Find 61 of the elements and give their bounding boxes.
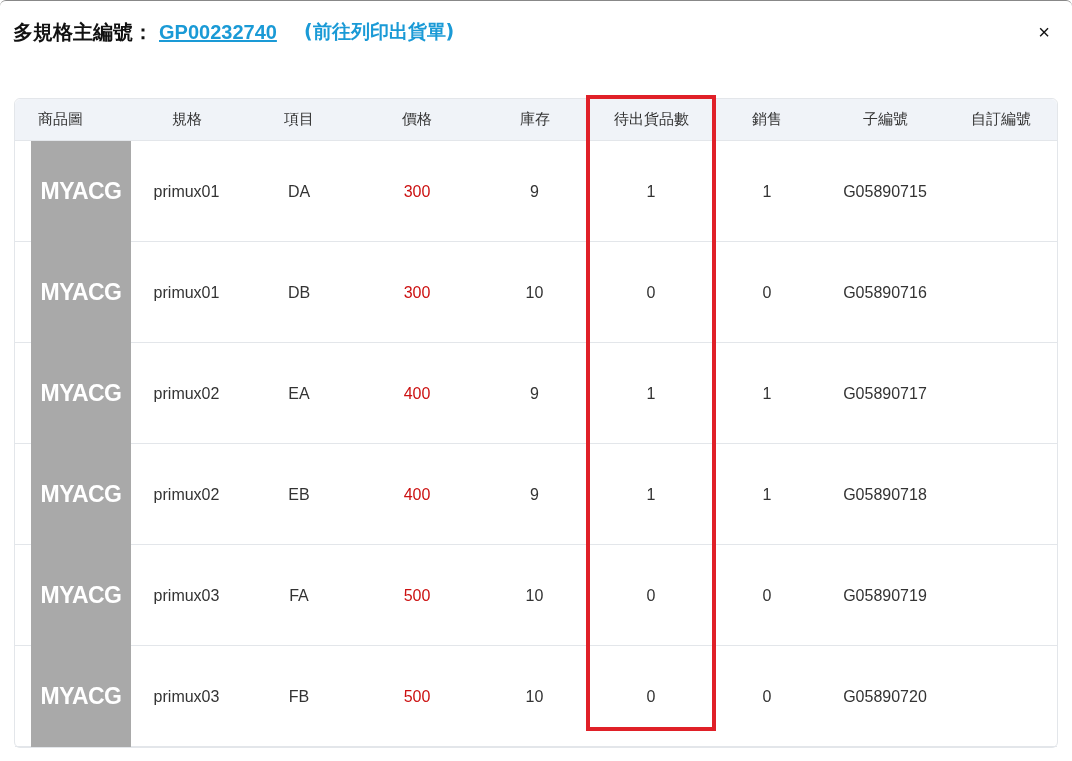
table-cell: 9 <box>530 485 539 504</box>
table-cell: 400 <box>403 485 431 504</box>
table-cell: 0 <box>646 283 656 302</box>
table-cell: G05890719 <box>843 586 927 605</box>
table-cell: 1 <box>646 384 656 403</box>
table-cell: primux02 <box>153 384 220 403</box>
table-cell: 0 <box>762 283 772 302</box>
column-header: 商品圖 <box>37 110 84 129</box>
table-cell: 1 <box>762 485 772 504</box>
table-cell: 0 <box>762 687 772 706</box>
logo-text: MYACG <box>40 380 122 407</box>
logo-text: MYACG <box>40 481 122 508</box>
title-label: 多規格主編號： <box>13 18 153 46</box>
table-cell: 1 <box>646 485 656 504</box>
column-header: 項目 <box>283 110 315 129</box>
code-link[interactable]: GP00232740 <box>159 20 277 44</box>
table-cell: 1 <box>646 182 656 201</box>
column-header: 規格 <box>170 110 203 129</box>
table-cell: 1 <box>762 384 772 403</box>
table-cell: 0 <box>646 687 656 706</box>
table-cell: G05890720 <box>843 687 927 706</box>
table-cell: 9 <box>530 384 539 403</box>
logo-text: MYACG <box>40 582 122 609</box>
column-header: 銷售 <box>751 110 783 129</box>
print-link[interactable]: (前往列印出貨單) <box>303 19 455 45</box>
table-cell: EB <box>288 485 310 504</box>
table-cell: primux03 <box>153 687 220 706</box>
table-cell: G05890718 <box>843 485 927 504</box>
table-cell: primux03 <box>153 586 220 605</box>
table-cell: primux01 <box>153 283 220 302</box>
table-cell: primux02 <box>153 485 220 504</box>
table-cell: G05890717 <box>843 384 927 403</box>
column-header: 庫存 <box>518 110 551 129</box>
close-button[interactable]: × <box>1030 20 1058 44</box>
column-header: 價格 <box>401 110 433 129</box>
table-cell: EA <box>288 384 310 403</box>
table-cell: 0 <box>646 586 656 605</box>
table-cell: primux01 <box>153 182 220 201</box>
table-cell: FA <box>289 586 309 605</box>
table-cell: DA <box>287 182 311 201</box>
table-cell: 500 <box>403 586 431 605</box>
table-cell: 300 <box>403 283 431 302</box>
logo-text: MYACG <box>40 683 122 710</box>
table-cell: 1 <box>762 182 772 201</box>
table-cell: 9 <box>530 182 539 201</box>
table-cell: 10 <box>525 687 544 706</box>
table-cell: 10 <box>525 586 544 605</box>
column-header: 子編號 <box>861 110 909 129</box>
logo-text: MYACG <box>40 178 122 205</box>
table-cell: 500 <box>403 687 431 706</box>
table-cell: 400 <box>403 384 431 403</box>
logo-text: MYACG <box>40 279 122 306</box>
column-header: 自訂編號 <box>970 110 1032 129</box>
table-cell: DB <box>287 283 311 302</box>
table-cell: 0 <box>762 586 772 605</box>
table-cell: G05890716 <box>843 283 927 302</box>
table-cell: FB <box>288 687 310 706</box>
table-cell: 10 <box>525 283 544 302</box>
table-cell: 300 <box>403 182 431 201</box>
column-header: 待出貨品數 <box>612 110 690 129</box>
table-cell: G05890715 <box>843 182 927 201</box>
